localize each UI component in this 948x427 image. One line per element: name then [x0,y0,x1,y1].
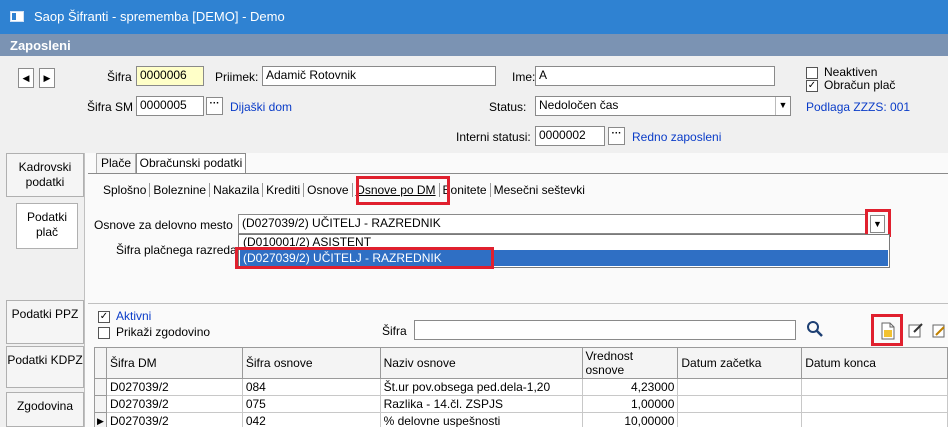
interni-label: Interni statusi: [456,130,531,144]
ime-label: Ime: [512,70,536,84]
cell-datum-zacetka[interactable] [677,412,803,427]
edit-record-icon[interactable] [908,322,924,338]
osnove-selected-value: (D027039/2) UČITELJ - RAZREDNIK [242,216,441,230]
sifra-sm-label: Šifra SM [87,100,134,114]
status-label: Status: [489,100,527,114]
podlaga-link[interactable]: Podlaga ZZZS: 001 [806,100,910,114]
osnove-label: Osnove za delovno mesto [94,218,233,232]
cell-sifra-osnove[interactable]: 075 [241,395,381,413]
cell-vrednost-osnove[interactable]: 10,00000 [581,412,679,427]
previous-record-icon[interactable]: ◀ [18,68,34,88]
sifra-sm-link[interactable]: Dijaški dom [230,100,292,114]
data-grid: Šifra DM Šifra osnove Naziv osnove Vredn… [94,347,948,427]
status-select[interactable]: Nedoločen čas [535,96,791,116]
subtab-splosno[interactable]: Splošno [100,183,151,197]
obracun-checkbox[interactable]: ✓ [806,80,818,92]
cell-vrednost-osnove[interactable]: 4,23000 [581,378,679,396]
sifra-sm-lookup-button[interactable]: ··· [206,97,223,115]
cell-datum-zacetka[interactable] [677,395,803,413]
col-vrednost-osnove[interactable]: Vrednost osnove [581,347,679,379]
ime-field[interactable]: A [535,66,775,86]
subtab-osnove[interactable]: Osnove [304,183,353,197]
neaktiven-checkbox[interactable] [806,67,818,79]
table-row[interactable]: D027039/2 075 Razlika - 14.čl. ZSPJS 1,0… [94,395,948,413]
cell-sifra-dm[interactable]: D027039/2 [105,395,243,413]
zgodovina-checkbox[interactable] [98,327,110,339]
highlight-osnove-po-dm [356,176,450,205]
next-record-icon[interactable]: ▶ [39,68,55,88]
cell-sifra-osnove[interactable]: 084 [241,378,381,396]
subtab-mesecni-sestevki[interactable]: Mesečni seštevki [491,183,588,197]
row-header-corner [94,347,107,379]
sub-tabs: Splošno Boleznine Nakazila Krediti Osnove Osn… [100,183,588,197]
sifra-label: Šifra [107,70,132,84]
col-sifra-dm[interactable]: Šifra DM [105,347,243,379]
obracun-label: Obračun plač [824,78,896,92]
col-naziv-osnove[interactable]: Naziv osnove [379,347,583,379]
cell-datum-konca[interactable] [801,412,948,427]
highlight-selected-option [235,247,494,269]
cell-datum-zacetka[interactable] [677,378,803,396]
cell-sifra-dm[interactable]: D027039/2 [105,412,243,427]
current-row-pointer-icon: ▶ [94,412,107,427]
table-row[interactable]: ▶ D027039/2 042 % delovne uspešnosti 10,… [94,412,948,427]
zgodovina-label: Prikaži zgodovino [116,325,211,339]
copy-record-icon[interactable] [932,322,948,338]
highlight-dropdown-arrow [865,209,891,237]
priimek-label: Priimek: [215,70,259,84]
table-header-row: Šifra DM Šifra osnove Naziv osnove Vredn… [94,347,948,379]
cell-vrednost-osnove[interactable]: 1,00000 [581,395,679,413]
sifra-search-label: Šifra [382,324,407,338]
osnove-select[interactable]: (D027039/2) UČITELJ - RAZREDNIK [238,214,866,234]
sifra-sm-field[interactable]: 0000005 [136,96,204,116]
tab-divider [88,173,948,174]
subtab-krediti[interactable]: Krediti [263,183,305,197]
priimek-field[interactable]: Adamič Rotovnik [262,66,496,86]
cell-naziv-osnove[interactable]: % delovne uspešnosti [379,412,583,427]
col-sifra-osnove[interactable]: Šifra osnove [241,347,381,379]
row-indicator [94,378,107,396]
aktivni-checkbox[interactable]: ✓ [98,311,110,323]
osnove-table: Šifra DM Šifra osnove Naziv osnove Vredn… [94,347,948,427]
section-bar [0,34,948,56]
row-indicator [94,395,107,413]
sifra-razreda-label: Šifra plačnega razreda [116,243,237,257]
tab-place[interactable]: Plače [96,153,136,173]
search-icon[interactable] [806,320,826,340]
cell-sifra-osnove[interactable]: 042 [241,412,381,427]
nav-podatki-plac[interactable]: Podatki plač [16,203,78,249]
cell-naziv-osnove[interactable]: Razlika - 14.čl. ZSPJS [379,395,583,413]
status-value: Nedoločen čas [539,98,619,112]
status-dropdown-arrow-icon[interactable]: ▼ [775,97,790,115]
subtab-boleznine[interactable]: Boleznine [150,183,211,197]
interni-lookup-button[interactable]: ··· [608,127,625,145]
interni-field[interactable]: 0000002 [535,126,605,146]
table-row[interactable]: D027039/2 084 Št.ur pov.obsega ped.dela-… [94,378,948,396]
aktivni-label: Aktivni [116,309,152,323]
nav-zgodovina[interactable]: Zgodovina [6,392,84,427]
cell-naziv-osnove[interactable]: Št.ur pov.obsega ped.dela-1,20 [379,378,583,396]
neaktiven-label: Neaktiven [824,65,878,79]
filter-separator [88,303,948,304]
interni-link[interactable]: Redno zaposleni [632,130,721,144]
highlight-new-record [871,314,903,346]
section-title: Zaposleni [10,38,71,53]
nav-kadrovski-podatki[interactable]: Kadrovski podatki [6,153,84,197]
window-title: Saop Šifranti - sprememba [DEMO] - Demo [34,9,285,24]
col-datum-zacetka[interactable]: Datum začetka [677,347,803,379]
app-icon [10,11,24,22]
tab-obracunski-podatki[interactable]: Obračunski podatki [136,153,246,174]
cell-datum-konca[interactable] [801,395,948,413]
nav-podatki-ppz[interactable]: Podatki PPZ [6,300,84,344]
cell-sifra-dm[interactable]: D027039/2 [105,378,243,396]
nav-podatki-kdpz[interactable]: Podatki KDPZ [6,346,84,388]
col-datum-konca[interactable]: Datum konca [801,347,948,379]
subtab-nakazila[interactable]: Nakazila [210,183,264,197]
sifra-field[interactable]: 0000006 [136,66,204,86]
sifra-search-input[interactable] [414,320,796,340]
cell-datum-konca[interactable] [801,378,948,396]
